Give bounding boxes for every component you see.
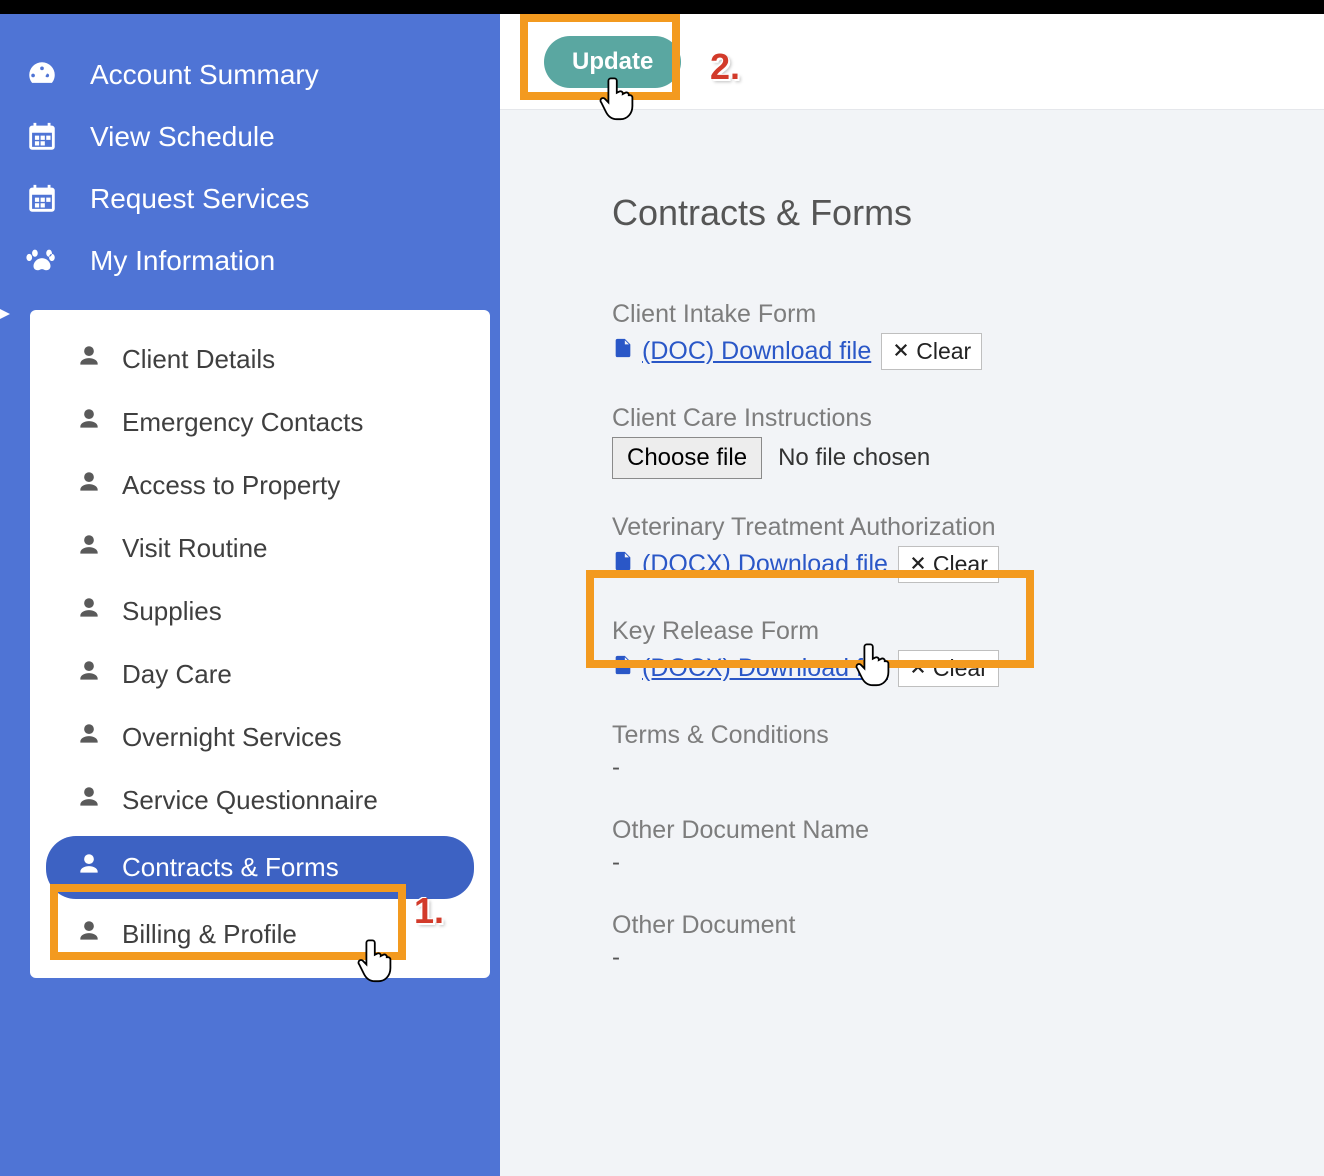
field-label: Veterinary Treatment Authorization xyxy=(612,513,1324,542)
sub-label: Overnight Services xyxy=(122,722,342,753)
sub-label: Billing & Profile xyxy=(122,919,297,950)
download-key-release[interactable]: (DOCX) Download file xyxy=(612,652,888,685)
group-client-intake: Client Intake Form (DOC) Download file C… xyxy=(612,300,1324,370)
sidebar: Account Summary View Schedule Request Se… xyxy=(0,14,500,1176)
clear-client-intake[interactable]: Clear xyxy=(881,333,982,370)
content: Contracts & Forms Client Intake Form (DO… xyxy=(500,110,1324,972)
sub-label: Visit Routine xyxy=(122,533,268,564)
choose-file-button[interactable]: Choose file xyxy=(612,437,762,479)
main-panel: Update Contracts & Forms Client Intake F… xyxy=(500,14,1324,1176)
x-icon xyxy=(909,655,927,682)
file-icon xyxy=(612,548,634,581)
file-icon xyxy=(612,335,634,368)
sub-label: Contracts & Forms xyxy=(122,852,339,883)
update-button[interactable]: Update xyxy=(544,36,681,88)
group-other-doc: Other Document - xyxy=(612,911,1324,972)
nav-view-schedule[interactable]: View Schedule xyxy=(0,106,500,168)
toolbar: Update xyxy=(500,14,1324,110)
window-top-bar xyxy=(0,0,1324,14)
sub-client-details[interactable]: Client Details xyxy=(30,328,490,391)
person-icon xyxy=(76,342,102,377)
sub-visit-routine[interactable]: Visit Routine xyxy=(30,517,490,580)
field-value: - xyxy=(612,754,1324,782)
x-icon xyxy=(892,338,910,365)
download-link-text: (DOC) Download file xyxy=(642,337,871,366)
sub-label: Supplies xyxy=(122,596,222,627)
person-icon xyxy=(76,917,102,952)
nav-label: My Information xyxy=(90,245,275,277)
person-icon xyxy=(76,657,102,692)
field-label: Other Document xyxy=(612,911,1324,940)
clear-text: Clear xyxy=(916,338,971,365)
field-value: - xyxy=(612,944,1324,972)
person-icon xyxy=(76,783,102,818)
sub-label: Client Details xyxy=(122,344,275,375)
x-icon xyxy=(909,551,927,578)
sub-label: Access to Property xyxy=(122,470,340,501)
person-icon xyxy=(76,720,102,755)
sub-label: Day Care xyxy=(122,659,232,690)
sub-emergency-contacts[interactable]: Emergency Contacts xyxy=(30,391,490,454)
person-icon xyxy=(76,850,102,885)
download-client-intake[interactable]: (DOC) Download file xyxy=(612,335,871,368)
nav-account-summary[interactable]: Account Summary xyxy=(0,44,500,106)
page-title: Contracts & Forms xyxy=(612,192,1324,234)
group-vet-auth: Veterinary Treatment Authorization (DOCX… xyxy=(612,513,1324,583)
sub-service-questionnaire[interactable]: Service Questionnaire xyxy=(30,769,490,832)
field-label: Client Care Instructions xyxy=(612,404,1324,433)
download-link-text: (DOCX) Download file xyxy=(642,654,888,683)
clear-key-release[interactable]: Clear xyxy=(898,650,999,687)
clear-vet-auth[interactable]: Clear xyxy=(898,546,999,583)
no-file-text: No file chosen xyxy=(778,444,930,472)
nav-my-information[interactable]: My Information xyxy=(0,230,500,292)
caret-right-icon xyxy=(0,307,10,326)
calendar-icon xyxy=(24,120,60,154)
sub-day-care[interactable]: Day Care xyxy=(30,643,490,706)
sub-billing-profile[interactable]: Billing & Profile xyxy=(30,903,490,966)
sub-contracts-forms[interactable]: Contracts & Forms xyxy=(46,836,474,899)
sub-overnight-services[interactable]: Overnight Services xyxy=(30,706,490,769)
sub-access-property[interactable]: Access to Property xyxy=(30,454,490,517)
file-icon xyxy=(612,652,634,685)
sub-label: Emergency Contacts xyxy=(122,407,363,438)
group-care-instructions: Client Care Instructions Choose file No … xyxy=(612,404,1324,479)
calendar-icon xyxy=(24,182,60,216)
person-icon xyxy=(76,468,102,503)
nav-request-services[interactable]: Request Services xyxy=(0,168,500,230)
sub-supplies[interactable]: Supplies xyxy=(30,580,490,643)
person-icon xyxy=(76,405,102,440)
nav-label: Account Summary xyxy=(90,59,319,91)
field-label: Terms & Conditions xyxy=(612,721,1324,750)
download-link-text: (DOCX) Download file xyxy=(642,550,888,579)
dashboard-icon xyxy=(24,58,60,92)
sub-label: Service Questionnaire xyxy=(122,785,378,816)
paw-icon xyxy=(24,244,60,278)
person-icon xyxy=(76,594,102,629)
nav-label: View Schedule xyxy=(90,121,275,153)
group-terms: Terms & Conditions - xyxy=(612,721,1324,782)
nav-label: Request Services xyxy=(90,183,309,215)
person-icon xyxy=(76,531,102,566)
download-vet-auth[interactable]: (DOCX) Download file xyxy=(612,548,888,581)
field-value: - xyxy=(612,849,1324,877)
clear-text: Clear xyxy=(933,551,988,578)
group-other-name: Other Document Name - xyxy=(612,816,1324,877)
field-label: Key Release Form xyxy=(612,617,1324,646)
group-key-release: Key Release Form (DOCX) Download file Cl… xyxy=(612,617,1324,687)
field-label: Other Document Name xyxy=(612,816,1324,845)
clear-text: Clear xyxy=(933,655,988,682)
subnav-panel: Client Details Emergency Contacts Access… xyxy=(30,310,490,978)
field-label: Client Intake Form xyxy=(612,300,1324,329)
